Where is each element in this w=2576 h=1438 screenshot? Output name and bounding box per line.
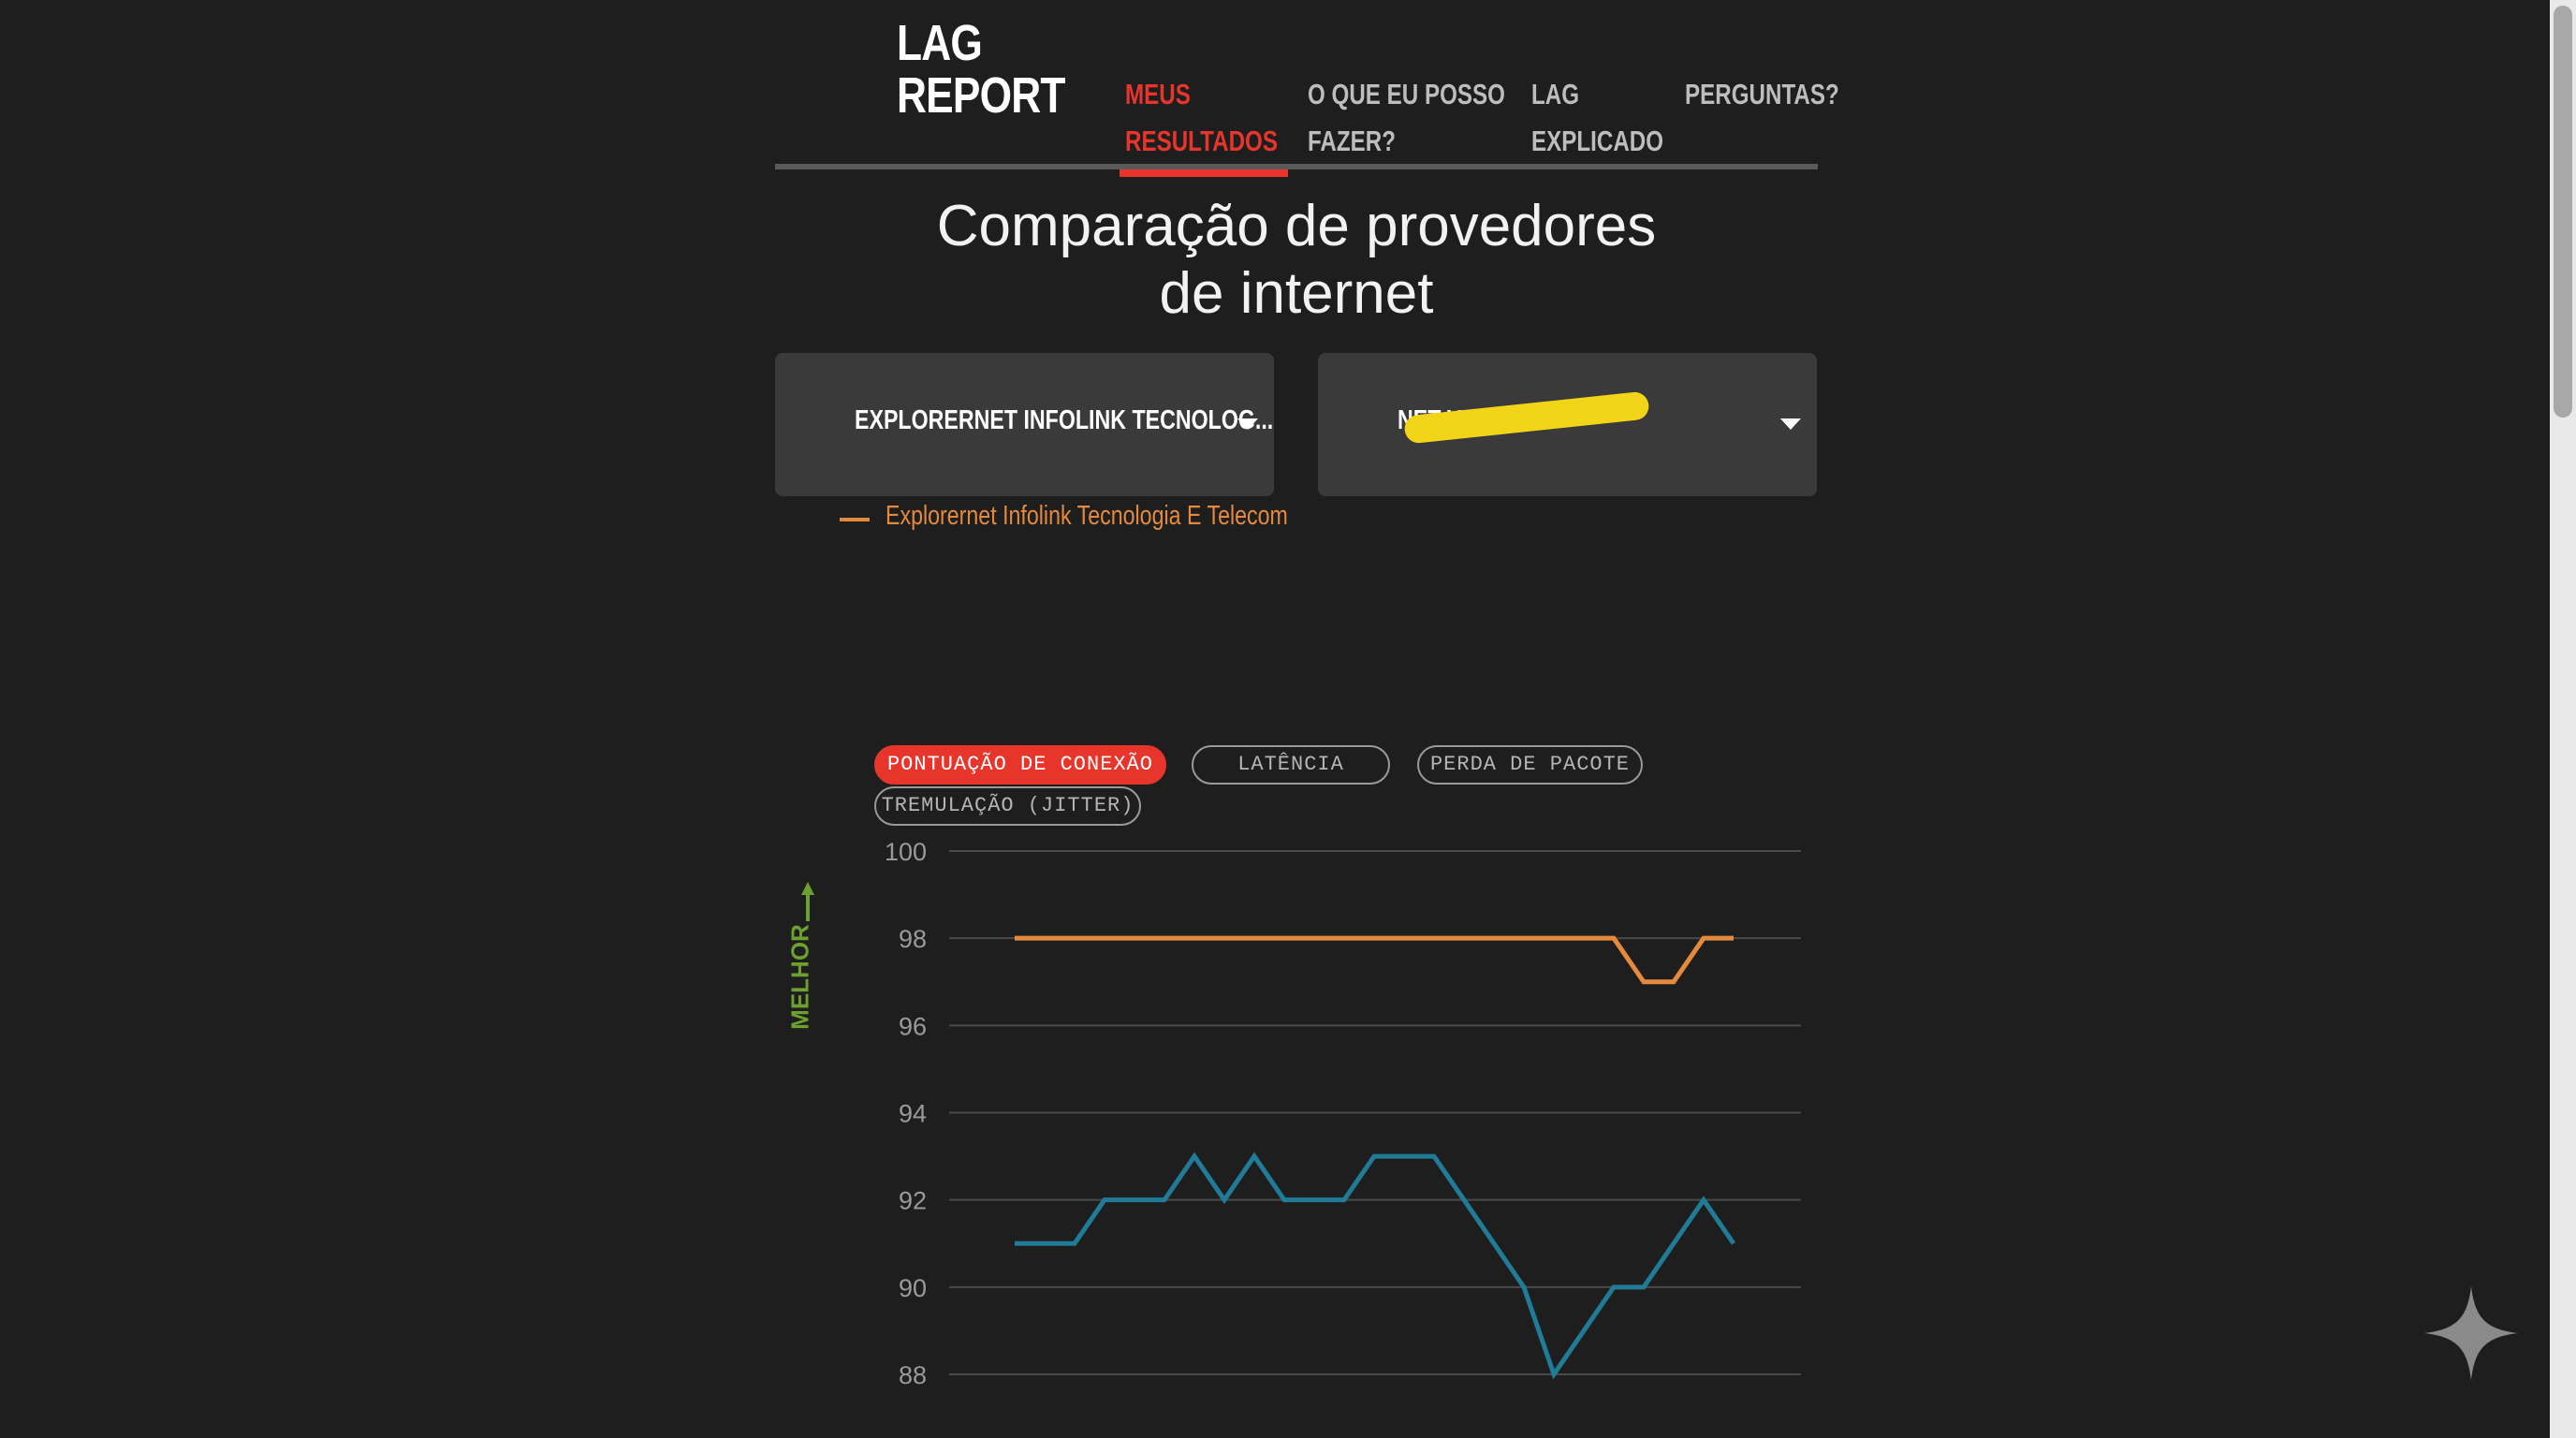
y-tick-label: 90	[899, 1274, 927, 1302]
series-line-0	[1015, 935, 1734, 985]
y-tick-label: 98	[899, 925, 927, 953]
y-tick-label: 92	[899, 1187, 927, 1215]
series-line-1	[1015, 1152, 1736, 1380]
sparkle-icon[interactable]	[2424, 1286, 2518, 1380]
scrollbar-thumb[interactable]	[2554, 6, 2572, 418]
y-tick-label: 88	[899, 1361, 927, 1389]
y-tick-label: 96	[899, 1012, 927, 1040]
y-tick-label: 100	[885, 838, 927, 866]
scrollbar[interactable]	[2550, 0, 2576, 1438]
y-tick-label: 94	[899, 1100, 927, 1128]
connection-score-chart: 100 98 96 94 92 90 88	[885, 838, 1801, 1389]
